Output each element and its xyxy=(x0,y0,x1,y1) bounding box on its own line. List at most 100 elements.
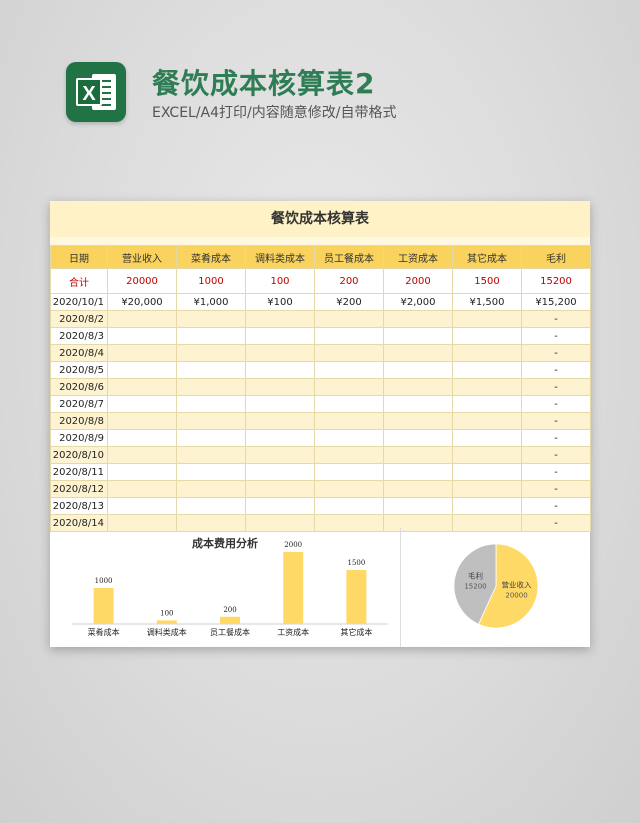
table-row-cell[interactable] xyxy=(452,412,522,430)
table-row-cell[interactable] xyxy=(452,463,522,481)
table-row-cell[interactable] xyxy=(314,446,384,464)
total-row-cell[interactable]: 1000 xyxy=(176,268,246,294)
table-row-cell[interactable] xyxy=(383,463,453,481)
total-row-cell[interactable]: 1500 xyxy=(452,268,522,294)
table-row-cell[interactable]: 2020/8/3 xyxy=(50,327,108,345)
total-row-cell[interactable]: 2000 xyxy=(383,268,453,294)
table-row-cell[interactable] xyxy=(176,310,246,328)
table-row-cell[interactable] xyxy=(176,412,246,430)
table-header-row-cell[interactable]: 其它成本 xyxy=(452,245,522,269)
table-row-cell[interactable]: 2020/8/7 xyxy=(50,395,108,413)
table-row-cell[interactable]: - xyxy=(521,463,591,481)
table-row-cell[interactable] xyxy=(245,361,315,379)
table-row-cell[interactable] xyxy=(452,446,522,464)
table-row-cell[interactable] xyxy=(383,310,453,328)
table-row-cell[interactable] xyxy=(107,395,177,413)
table-row-cell[interactable]: - xyxy=(521,344,591,362)
table-row-cell[interactable]: 2020/8/13 xyxy=(50,497,108,515)
table-row-cell[interactable]: ¥2,000 xyxy=(383,293,453,311)
table-row-cell[interactable] xyxy=(245,497,315,515)
table-row-cell[interactable]: - xyxy=(521,378,591,396)
table-row-cell[interactable]: 2020/8/10 xyxy=(50,446,108,464)
table-row-cell[interactable]: ¥1,000 xyxy=(176,293,246,311)
table-row-cell[interactable] xyxy=(383,361,453,379)
table-row-cell[interactable]: - xyxy=(521,446,591,464)
table-row-cell[interactable]: - xyxy=(521,327,591,345)
table-row-cell[interactable] xyxy=(452,344,522,362)
table-row-cell[interactable]: 2020/8/4 xyxy=(50,344,108,362)
table-row-cell[interactable]: 2020/8/12 xyxy=(50,480,108,498)
table-row-cell[interactable] xyxy=(452,395,522,413)
table-row-cell[interactable] xyxy=(107,429,177,447)
table-row-cell[interactable] xyxy=(314,395,384,413)
table-row-cell[interactable]: - xyxy=(521,497,591,515)
table-row-cell[interactable] xyxy=(314,480,384,498)
table-row-cell[interactable] xyxy=(176,395,246,413)
table-header-row-cell[interactable]: 毛利 xyxy=(521,245,591,269)
table-row-cell[interactable] xyxy=(383,412,453,430)
total-row-cell[interactable]: 20000 xyxy=(107,268,177,294)
table-row-cell[interactable] xyxy=(107,497,177,515)
table-row-cell[interactable] xyxy=(245,463,315,481)
table-row-cell[interactable]: ¥100 xyxy=(245,293,315,311)
total-row-cell[interactable]: 100 xyxy=(245,268,315,294)
table-row-cell[interactable] xyxy=(383,327,453,345)
table-row-cell[interactable] xyxy=(314,497,384,515)
table-row-cell[interactable] xyxy=(176,429,246,447)
table-row-cell[interactable] xyxy=(452,497,522,515)
table-row-cell[interactable] xyxy=(452,327,522,345)
table-header-row-cell[interactable]: 日期 xyxy=(50,245,108,269)
table-row-cell[interactable]: 2020/8/9 xyxy=(50,429,108,447)
table-row-cell[interactable] xyxy=(245,344,315,362)
table-row-cell[interactable] xyxy=(383,429,453,447)
table-row-cell[interactable] xyxy=(314,378,384,396)
table-row-cell[interactable] xyxy=(452,480,522,498)
table-row-cell[interactable] xyxy=(383,446,453,464)
table-row-cell[interactable] xyxy=(314,361,384,379)
table-row-cell[interactable]: ¥200 xyxy=(314,293,384,311)
table-row-cell[interactable]: 2020/8/5 xyxy=(50,361,108,379)
table-row-cell[interactable] xyxy=(245,310,315,328)
table-row-cell[interactable]: - xyxy=(521,412,591,430)
table-row-cell[interactable] xyxy=(314,327,384,345)
table-row-cell[interactable] xyxy=(314,463,384,481)
table-row-cell[interactable] xyxy=(107,378,177,396)
table-row-cell[interactable]: - xyxy=(521,395,591,413)
table-row-cell[interactable] xyxy=(107,480,177,498)
table-row-cell[interactable]: - xyxy=(521,310,591,328)
table-row-cell[interactable]: 2020/8/11 xyxy=(50,463,108,481)
table-row-cell[interactable] xyxy=(107,463,177,481)
table-row-cell[interactable] xyxy=(383,344,453,362)
table-header-row-cell[interactable]: 工资成本 xyxy=(383,245,453,269)
table-row-cell[interactable] xyxy=(176,344,246,362)
table-row-cell[interactable] xyxy=(107,310,177,328)
table-row-cell[interactable] xyxy=(452,378,522,396)
table-row-cell[interactable] xyxy=(107,344,177,362)
table-row-cell[interactable] xyxy=(383,497,453,515)
table-row-cell[interactable] xyxy=(245,378,315,396)
table-row-cell[interactable] xyxy=(452,310,522,328)
table-row-cell[interactable] xyxy=(176,497,246,515)
table-header-row-cell[interactable]: 营业收入 xyxy=(107,245,177,269)
table-header-row-cell[interactable]: 员工餐成本 xyxy=(314,245,384,269)
table-row-cell[interactable] xyxy=(176,361,246,379)
table-row-cell[interactable]: ¥20,000 xyxy=(107,293,177,311)
table-row-cell[interactable] xyxy=(314,429,384,447)
table-row-cell[interactable]: 2020/10/1 xyxy=(50,293,108,311)
table-row-cell[interactable] xyxy=(107,361,177,379)
total-row-cell[interactable]: 15200 xyxy=(521,268,591,294)
table-row-cell[interactable] xyxy=(107,327,177,345)
table-row-cell[interactable] xyxy=(314,412,384,430)
table-header-row-cell[interactable]: 菜肴成本 xyxy=(176,245,246,269)
table-row-cell[interactable] xyxy=(383,480,453,498)
total-row-cell[interactable]: 200 xyxy=(314,268,384,294)
table-row-cell[interactable] xyxy=(245,429,315,447)
table-row-cell[interactable] xyxy=(314,310,384,328)
table-row-cell[interactable] xyxy=(245,446,315,464)
table-row-cell[interactable] xyxy=(107,412,177,430)
table-row-cell[interactable]: 2020/8/2 xyxy=(50,310,108,328)
table-row-cell[interactable] xyxy=(452,361,522,379)
table-row-cell[interactable]: ¥1,500 xyxy=(452,293,522,311)
table-row-cell[interactable]: ¥15,200 xyxy=(521,293,591,311)
table-row-cell[interactable] xyxy=(176,463,246,481)
